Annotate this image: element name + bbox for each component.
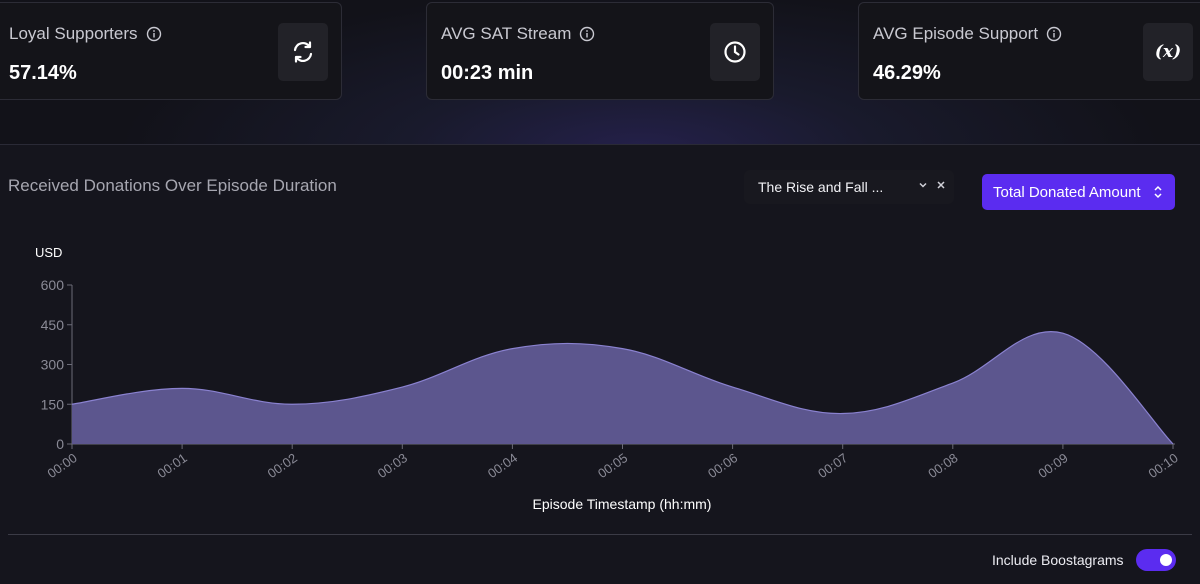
x-tick-label: 00:02 bbox=[265, 450, 300, 481]
y-axis-label: USD bbox=[35, 245, 62, 260]
select-updown-icon bbox=[1154, 185, 1162, 199]
refresh-icon-box[interactable] bbox=[278, 23, 328, 81]
x-axis-label: Episode Timestamp (hh:mm) bbox=[533, 496, 712, 512]
x-tick-label: 00:09 bbox=[1035, 450, 1070, 481]
stat-value: 57.14% bbox=[9, 62, 77, 84]
x-tick-label: 00:10 bbox=[1145, 450, 1180, 481]
x-tick-label: 00:05 bbox=[595, 450, 630, 481]
x-tick-label: 00:01 bbox=[155, 450, 190, 481]
y-tick-label: 450 bbox=[41, 317, 65, 333]
stat-card-avg-sat-stream: AVG SAT Stream 00:23 min bbox=[426, 2, 774, 100]
stat-value: 46.29% bbox=[873, 62, 941, 84]
episode-select[interactable]: The Rise and Fall ... bbox=[744, 170, 954, 204]
refresh-icon bbox=[293, 41, 313, 63]
x-tick-label: 00:08 bbox=[925, 450, 960, 481]
stat-card-avg-episode-support: AVG Episode Support 46.29% (x) bbox=[858, 2, 1200, 100]
chart-panel-title: Received Donations Over Episode Duration bbox=[8, 176, 337, 195]
stat-label: Loyal Supporters bbox=[9, 24, 138, 43]
stat-label: AVG Episode Support bbox=[873, 24, 1039, 43]
info-icon[interactable] bbox=[579, 26, 595, 42]
function-icon-box[interactable]: (x) bbox=[1143, 23, 1193, 81]
stat-card-title: AVG Episode Support bbox=[873, 24, 1062, 44]
x-tick-label: 00:06 bbox=[705, 450, 740, 481]
x-tick-label: 00:00 bbox=[44, 450, 79, 481]
svg-text:(x): (x) bbox=[1155, 42, 1181, 62]
function-icon: (x) bbox=[1155, 42, 1181, 62]
clock-icon bbox=[724, 41, 746, 63]
stat-card-title: Loyal Supporters bbox=[9, 24, 162, 44]
info-icon[interactable] bbox=[146, 26, 162, 42]
metric-select[interactable]: Total Donated Amount bbox=[982, 174, 1175, 210]
info-icon[interactable] bbox=[1046, 26, 1062, 42]
clock-icon-box[interactable] bbox=[710, 23, 760, 81]
x-tick-label: 00:07 bbox=[815, 450, 850, 481]
x-tick-label: 00:03 bbox=[375, 450, 410, 481]
stat-card-title: AVG SAT Stream bbox=[441, 24, 595, 44]
y-tick-label: 0 bbox=[56, 436, 64, 452]
y-tick-label: 600 bbox=[41, 277, 65, 293]
stat-value: 00:23 min bbox=[441, 62, 534, 84]
include-boostagrams-toggle[interactable] bbox=[1136, 549, 1176, 571]
y-tick-label: 150 bbox=[41, 396, 65, 412]
metric-select-value: Total Donated Amount bbox=[993, 183, 1141, 201]
donations-area-chart: USD 0 150 300 450 600 00:00 00:01 00:02 00:03 00… bbox=[35, 245, 1181, 512]
include-boostagrams-label: Include Boostagrams bbox=[992, 552, 1124, 568]
episode-select-value: The Rise and Fall ... bbox=[758, 179, 884, 195]
y-tick-label: 300 bbox=[41, 357, 65, 373]
chevron-down-icon[interactable] bbox=[918, 180, 928, 190]
x-tick-label: 00:04 bbox=[485, 450, 520, 481]
stat-label: AVG SAT Stream bbox=[441, 24, 572, 43]
stat-card-loyal-supporters: Loyal Supporters 57.14% bbox=[0, 2, 342, 100]
toggle-knob bbox=[1160, 554, 1172, 566]
clear-icon[interactable] bbox=[936, 180, 946, 190]
section-divider bbox=[8, 534, 1192, 535]
